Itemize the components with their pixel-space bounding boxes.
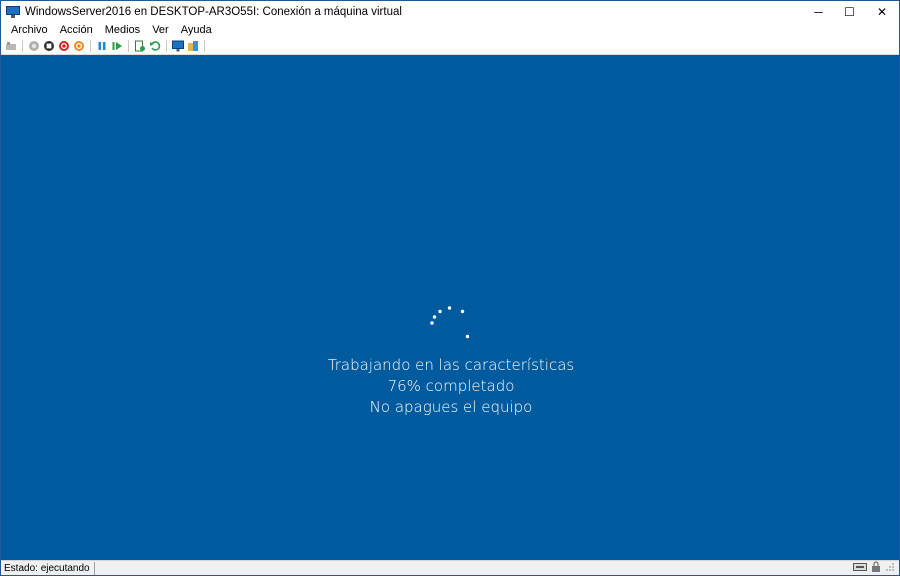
loading-spinner-icon	[430, 306, 470, 339]
vm-screen[interactable]: Trabajando en las características 76% co…	[1, 55, 899, 560]
vm-state-text: Estado: ejecutando	[1, 562, 95, 575]
menu-archivo[interactable]: Archivo	[5, 24, 54, 36]
toolbar-separator	[166, 40, 167, 52]
menu-medios[interactable]: Medios	[99, 24, 146, 36]
revert-icon[interactable]	[149, 40, 161, 52]
maximize-button[interactable]: ☐	[834, 1, 865, 22]
turn-off-icon[interactable]	[43, 40, 55, 52]
keyboard-icon	[853, 562, 867, 575]
status-icons	[853, 561, 899, 575]
status-bar: Estado: ejecutando	[1, 560, 899, 575]
resume-icon[interactable]	[111, 40, 123, 52]
update-status: Trabajando en las características 76% co…	[1, 355, 899, 418]
window-title: WindowsServer2016 en DESKTOP-AR3O55I: Co…	[25, 5, 402, 18]
lock-icon	[871, 561, 881, 575]
title-bar[interactable]: WindowsServer2016 en DESKTOP-AR3O55I: Co…	[1, 1, 899, 22]
minimize-button[interactable]: ─	[803, 1, 834, 22]
enhanced-session-icon[interactable]	[172, 40, 184, 52]
menu-bar: Archivo Acción Medios Ver Ayuda	[1, 22, 899, 38]
menu-accion[interactable]: Acción	[54, 24, 99, 36]
pause-icon[interactable]	[96, 40, 108, 52]
vm-connection-window: WindowsServer2016 en DESKTOP-AR3O55I: Co…	[0, 0, 900, 576]
resize-grip-icon[interactable]	[885, 562, 895, 575]
toolbar	[1, 38, 899, 55]
toolbar-separator	[90, 40, 91, 52]
share-icon[interactable]	[187, 40, 199, 52]
vm-monitor-icon	[6, 5, 20, 18]
status-line-warning: No apagues el equipo	[369, 398, 533, 416]
shutdown-icon[interactable]	[58, 40, 70, 52]
menu-ayuda[interactable]: Ayuda	[175, 24, 218, 36]
save-state-icon[interactable]	[73, 40, 85, 52]
menu-ver[interactable]: Ver	[146, 24, 175, 36]
toolbar-separator	[128, 40, 129, 52]
ctrl-alt-del-icon[interactable]	[5, 40, 17, 52]
start-icon[interactable]	[28, 40, 40, 52]
window-controls: ─ ☐ ✕	[803, 1, 899, 22]
status-line-progress: 76% completado	[387, 377, 515, 395]
status-line-1: Trabajando en las características	[327, 356, 575, 374]
toolbar-separator	[204, 40, 205, 52]
toolbar-separator	[22, 40, 23, 52]
close-button[interactable]: ✕	[865, 1, 899, 22]
checkpoint-icon[interactable]	[134, 40, 146, 52]
